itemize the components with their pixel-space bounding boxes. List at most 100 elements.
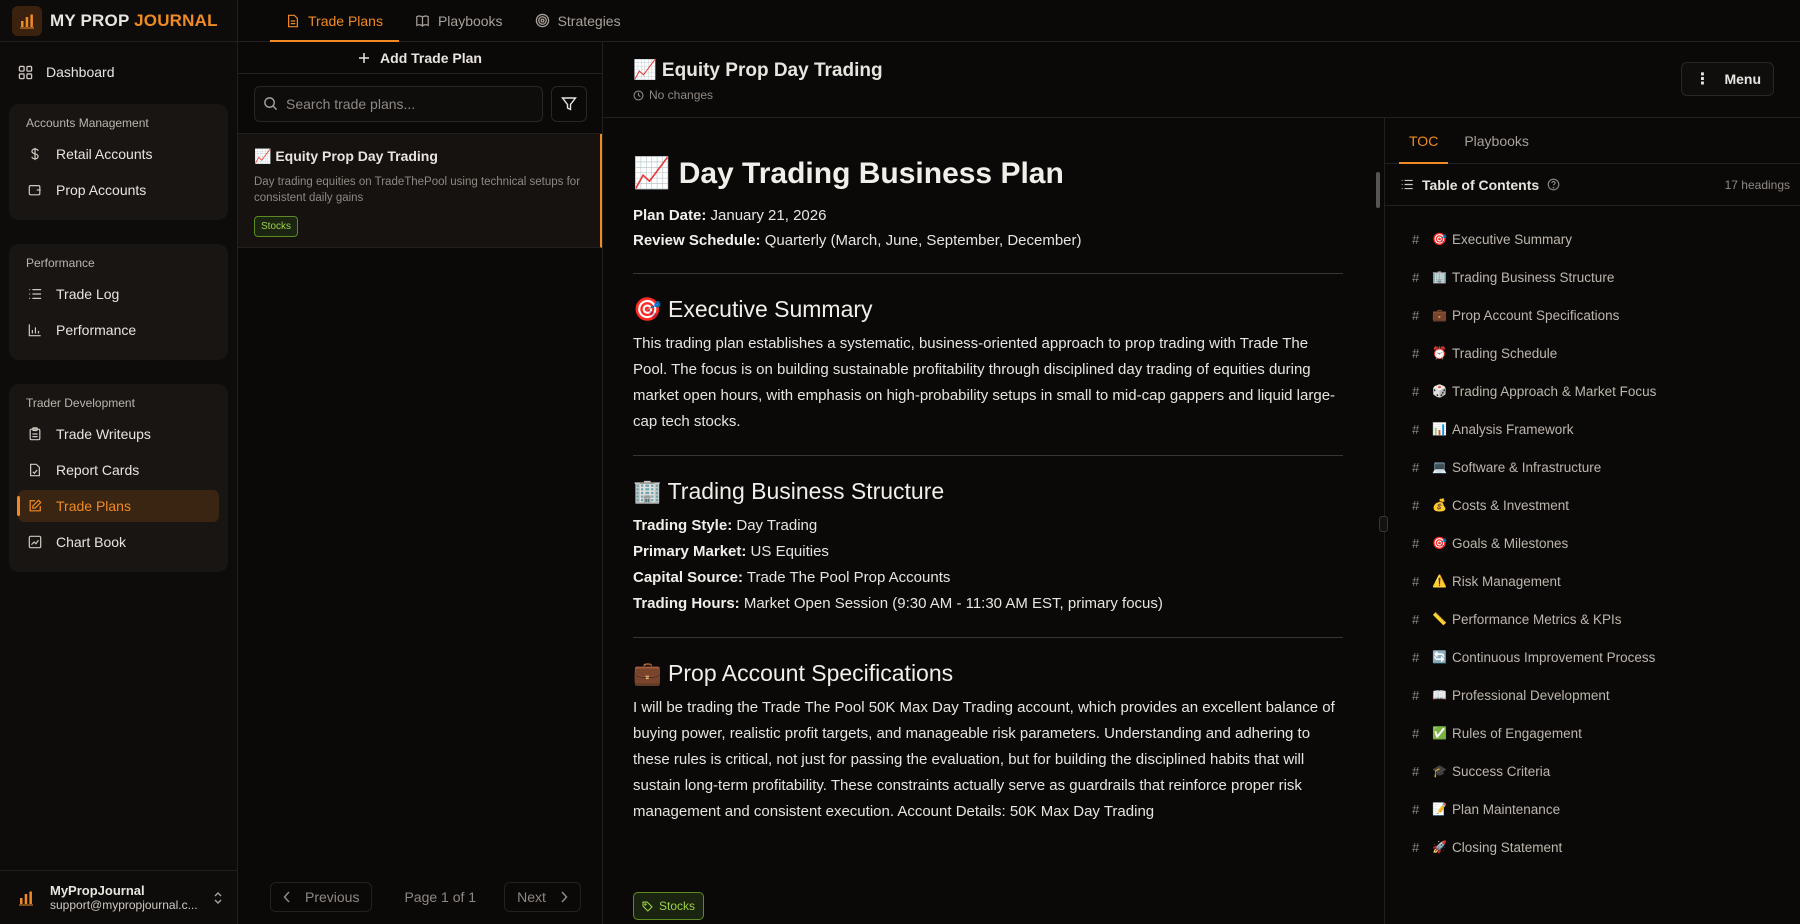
sidebar-item-report-cards[interactable]: Report Cards xyxy=(18,454,219,486)
plan-date-label: Plan Date: xyxy=(633,207,707,224)
app-name-main: MY PROP xyxy=(50,10,135,30)
scrollbar-thumb[interactable] xyxy=(1376,172,1380,208)
toc-item-label: Goals & Milestones xyxy=(1452,535,1569,551)
tab-playbooks[interactable]: Playbooks xyxy=(399,0,519,41)
sidebar-item-label: Prop Accounts xyxy=(56,182,147,198)
toc-item[interactable]: # 💼 Prop Account Specifications xyxy=(1384,296,1800,334)
search-input[interactable] xyxy=(286,95,486,112)
logo-small-icon xyxy=(19,891,33,905)
structure-details: Trading Style: Day Trading Primary Marke… xyxy=(633,513,1343,617)
user-menu[interactable]: MyPropJournal support@mypropjournal.c... xyxy=(0,870,238,924)
search-icon xyxy=(264,97,278,111)
trading-style-line: Trading Style: Day Trading xyxy=(633,513,1343,539)
save-status: No changes xyxy=(633,88,1800,102)
clipboard-icon xyxy=(29,427,41,441)
tab-strategies[interactable]: Strategies xyxy=(519,0,637,41)
toc-item[interactable]: # 💰 Costs & Investment xyxy=(1384,486,1800,524)
toc-item-label: Software & Infrastructure xyxy=(1452,459,1602,475)
sidebar-item-label: Trade Plans xyxy=(56,498,131,514)
toc-item[interactable]: # ⚠️ Risk Management xyxy=(1384,562,1800,600)
sidebar-item-chart-book[interactable]: Chart Book xyxy=(18,526,219,558)
toc-item[interactable]: # 📝 Plan Maintenance xyxy=(1384,790,1800,828)
toc-item-icon: ✅ xyxy=(1432,726,1447,740)
user-email: support@mypropjournal.c... xyxy=(50,898,198,913)
help-circle-icon[interactable] xyxy=(1547,178,1560,191)
capital-source-value: Trade The Pool Prop Accounts xyxy=(743,569,951,586)
sidebar-item-performance[interactable]: Performance xyxy=(18,314,219,346)
sidebar-item-label: Performance xyxy=(56,322,137,338)
stocks-tag[interactable]: Stocks xyxy=(633,892,705,920)
review-label: Review Schedule: xyxy=(633,232,761,249)
sidebar-item-retail-accounts[interactable]: Retail Accounts xyxy=(18,138,219,170)
toc-item-icon: 💼 xyxy=(1432,308,1447,322)
hash-icon: # xyxy=(1412,725,1420,741)
toc-item-icon: 🎯 xyxy=(1432,536,1447,550)
bar-chart-icon xyxy=(28,324,41,337)
previous-page-button[interactable]: Previous xyxy=(270,882,373,912)
sidebar-item-prop-accounts[interactable]: Prop Accounts xyxy=(18,174,219,206)
tab-trade-plans[interactable]: Trade Plans xyxy=(270,0,399,42)
menu-button[interactable]: ⋮ Menu xyxy=(1681,62,1774,96)
toc-list: # 🎯 Executive Summary # 🏢 Trading Business St… xyxy=(1384,206,1800,866)
chevron-right-icon xyxy=(561,891,568,903)
app-root: MY PROP JOURNAL Dashboard Accounts Manag… xyxy=(0,0,1800,924)
toc-item[interactable]: # 🎲 Trading Approach & Market Focus xyxy=(1384,372,1800,410)
add-trade-plan-button[interactable]: Add Trade Plan xyxy=(238,42,602,74)
tag-icon xyxy=(642,900,653,912)
toc-item[interactable]: # 🏢 Trading Business Structure xyxy=(1384,258,1800,296)
sidebar-item-dashboard[interactable]: Dashboard xyxy=(9,56,228,88)
trading-hours-label: Trading Hours: xyxy=(633,595,740,612)
toc-item-label: Trading Schedule xyxy=(1452,345,1558,361)
next-label: Next xyxy=(517,889,546,905)
logo-row[interactable]: MY PROP JOURNAL xyxy=(0,0,237,42)
toc-item-label: Executive Summary xyxy=(1452,231,1573,247)
document-scrollbar[interactable] xyxy=(1374,162,1382,918)
sidebar-item-trade-log[interactable]: Trade Log xyxy=(18,278,219,310)
toc-item[interactable]: # 🎯 Goals & Milestones xyxy=(1384,524,1800,562)
sidebar-item-trade-writeups[interactable]: Trade Writeups xyxy=(18,418,219,450)
sidebar-item-trade-plans[interactable]: Trade Plans xyxy=(17,490,219,522)
clock-icon xyxy=(633,89,644,101)
tab-playbooks-side[interactable]: Playbooks xyxy=(1454,118,1539,163)
toc-item[interactable]: # 📊 Analysis Framework xyxy=(1384,410,1800,448)
toc-item-label: Trading Business Structure xyxy=(1452,269,1615,285)
next-page-button[interactable]: Next xyxy=(504,882,581,912)
toc-item[interactable]: # 🎓 Success Criteria xyxy=(1384,752,1800,790)
toc-item[interactable]: # ✅ Rules of Engagement xyxy=(1384,714,1800,752)
sidebar-item-label: Retail Accounts xyxy=(56,146,153,162)
trading-hours-value: Market Open Session (9:30 AM - 11:30 AM … xyxy=(739,595,1163,612)
toc-item-icon: 🚀 xyxy=(1432,840,1447,854)
divider xyxy=(633,637,1343,638)
tab-toc[interactable]: TOC xyxy=(1399,118,1449,164)
toc-item-icon: 📖 xyxy=(1432,688,1447,702)
toc-item[interactable]: # 🎯 Executive Summary xyxy=(1384,220,1800,258)
chart-book-icon xyxy=(28,535,42,549)
document-content[interactable]: 📈 Day Trading Business Plan Plan Date: J… xyxy=(633,142,1343,856)
toc-item-icon: ⏰ xyxy=(1432,346,1447,360)
trade-plan-card[interactable]: 📈 Equity Prop Day Trading Day trading eq… xyxy=(238,134,602,248)
plan-date-value: January 21, 2026 xyxy=(706,207,827,224)
heading-trading-business-structure: 🏢 Trading Business Structure xyxy=(633,478,945,504)
toc-item[interactable]: # 💻 Software & Infrastructure xyxy=(1384,448,1800,486)
filter-button[interactable] xyxy=(551,85,587,122)
toc-item-label: Performance Metrics & KPIs xyxy=(1452,611,1622,627)
more-vertical-icon: ⋮ xyxy=(1694,71,1711,88)
editor-title[interactable]: 📈 Equity Prop Day Trading xyxy=(633,58,1800,82)
toc-item[interactable]: # ⏰ Trading Schedule xyxy=(1384,334,1800,372)
toc-item[interactable]: # 🔄 Continuous Improvement Process xyxy=(1384,638,1800,676)
hash-icon: # xyxy=(1412,269,1420,285)
hash-icon: # xyxy=(1412,307,1420,323)
doc-tag-bar: Stocks xyxy=(633,892,705,920)
hash-icon: # xyxy=(1412,383,1420,399)
toc-item-icon: 🎓 xyxy=(1432,764,1447,778)
doc-meta: Plan Date: January 21, 2026 Review Sched… xyxy=(633,203,1343,253)
toc-item-label: Closing Statement xyxy=(1452,839,1563,855)
page-info: Page 1 of 1 xyxy=(404,889,477,905)
toc-item-icon: 📊 xyxy=(1432,422,1447,436)
toc-item[interactable]: # 📏 Performance Metrics & KPIs xyxy=(1384,600,1800,638)
capital-source-label: Capital Source: xyxy=(633,569,744,586)
toc-item[interactable]: # 📖 Professional Development xyxy=(1384,676,1800,714)
group-performance: Performance Trade Log Performance xyxy=(9,244,228,360)
toc-item[interactable]: # 🚀 Closing Statement xyxy=(1384,828,1800,866)
editor-panel: 📈 Equity Prop Day Trading No changes ⋮ M… xyxy=(603,42,1800,924)
